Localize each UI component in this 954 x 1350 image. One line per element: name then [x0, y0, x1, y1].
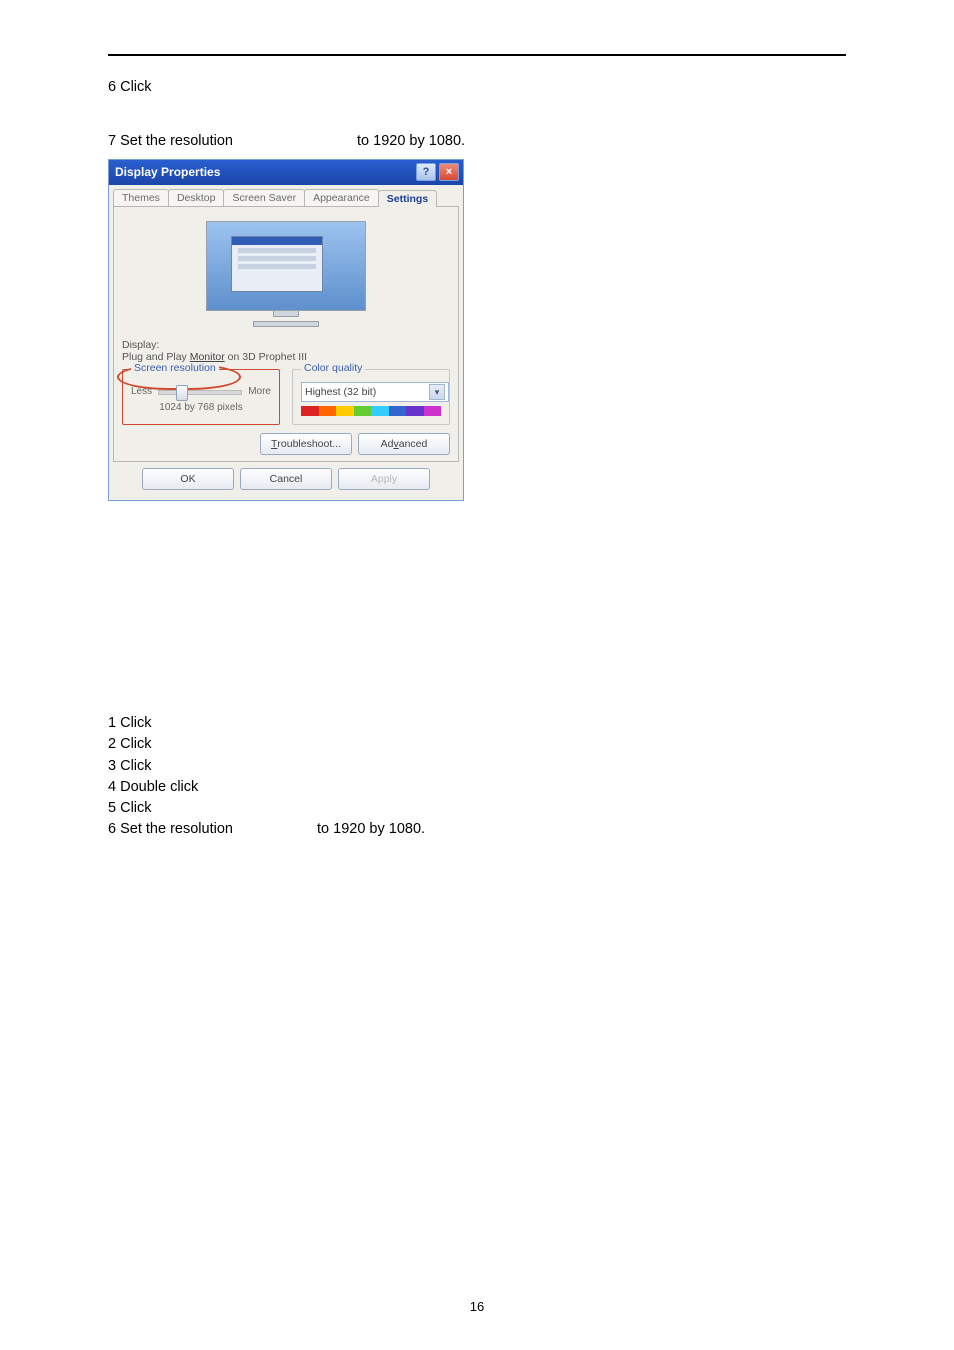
instruction-step-7: 7 Set the resolution to 1920 by 1080. [108, 132, 846, 150]
tab-strip: Themes Desktop Screen Saver Appearance S… [113, 189, 459, 206]
list-step-4: 4 Double click [108, 778, 846, 796]
color-quality-legend: Color quality [301, 362, 365, 374]
close-button[interactable]: × [439, 163, 459, 181]
screen-resolution-group: Screen resolution Less More 1024 by 768 … [122, 369, 280, 425]
color-spectrum-bar [301, 406, 441, 416]
list-step-1: 1 Click [108, 714, 846, 732]
cancel-button[interactable]: Cancel [240, 468, 332, 490]
tab-themes[interactable]: Themes [113, 189, 169, 206]
monitor-preview-icon [206, 221, 366, 327]
color-quality-value: Highest (32 bit) [305, 386, 376, 398]
step7-resolution: to 1920 by 1080. [357, 133, 465, 149]
slider-less-label: Less [131, 386, 152, 397]
step7-prefix: 7 Set the resolution [108, 133, 233, 149]
display-text-post: on 3D Prophet III [225, 351, 307, 363]
resolution-value: 1024 by 768 pixels [131, 402, 271, 413]
troubleshoot-button[interactable]: Troubleshoot... [260, 433, 352, 455]
list-step-3: 3 Click [108, 757, 846, 775]
horizontal-rule [108, 54, 846, 56]
document-page: 6 Click 7 Set the resolution to 1920 by … [0, 0, 954, 1350]
ok-button[interactable]: OK [142, 468, 234, 490]
display-properties-dialog: Display Properties ? × Themes Desktop Sc… [108, 159, 464, 501]
instruction-step-6: 6 Click [108, 78, 846, 96]
list-step-6-resolution: to 1920 by 1080. [317, 821, 425, 837]
chevron-down-icon[interactable]: ▾ [429, 384, 445, 400]
advanced-button[interactable]: Advanced [358, 433, 450, 455]
tab-settings[interactable]: Settings [378, 190, 437, 207]
dialog-titlebar: Display Properties ? × [109, 160, 463, 185]
tab-screen-saver[interactable]: Screen Saver [223, 189, 305, 206]
page-number: 16 [0, 1299, 954, 1314]
slider-more-label: More [248, 386, 271, 397]
list-step-2: 2 Click [108, 735, 846, 753]
tab-desktop[interactable]: Desktop [168, 189, 225, 206]
list-step-6-prefix: 6 Set the resolution [108, 821, 233, 837]
list-step-5: 5 Click [108, 799, 846, 817]
settings-panel: Display: Plug and Play Monitor on 3D Pro… [113, 206, 459, 462]
help-button[interactable]: ? [416, 163, 436, 181]
tab-appearance[interactable]: Appearance [304, 189, 379, 206]
apply-button[interactable]: Apply [338, 468, 430, 490]
color-quality-select[interactable]: Highest (32 bit) ▾ [301, 382, 449, 402]
dialog-title: Display Properties [115, 165, 220, 179]
list-step-6: 6 Set the resolution to 1920 by 1080. [108, 820, 846, 838]
display-label: Display: [122, 339, 450, 351]
slider-thumb-icon[interactable] [176, 385, 188, 401]
color-quality-group: Color quality Highest (32 bit) ▾ [292, 369, 450, 425]
resolution-slider[interactable] [158, 384, 242, 398]
screen-resolution-legend: Screen resolution [131, 362, 219, 374]
